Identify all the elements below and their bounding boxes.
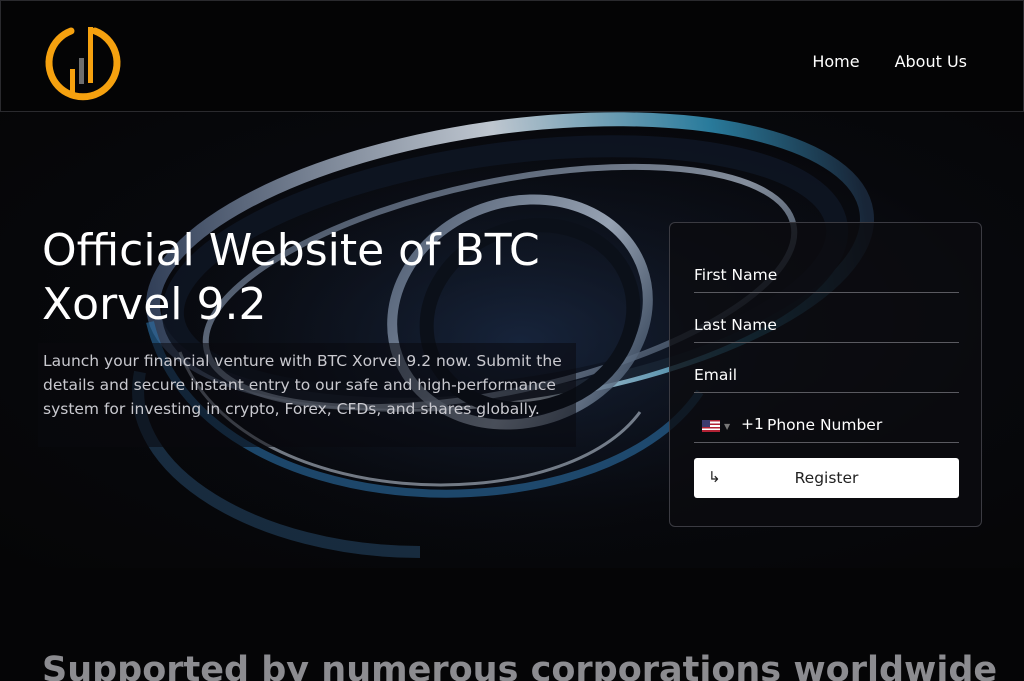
hero-title: Official Website of BTC Xorvel 9.2 <box>42 225 540 330</box>
phone-number-input[interactable] <box>767 416 957 434</box>
register-button-label: Register <box>794 469 859 487</box>
register-button[interactable]: ↳ Register <box>694 458 959 498</box>
hero-description: Launch your financial venture with BTC X… <box>43 352 562 418</box>
nav-about-us-link[interactable]: About Us <box>895 52 967 71</box>
enter-arrow-icon: ↳ <box>708 468 721 486</box>
email-field-wrapper <box>694 343 959 393</box>
main-nav: Home About Us <box>812 52 967 71</box>
power-chart-icon[interactable] <box>41 21 125 103</box>
registration-form: ▼ +1 ↳ Register <box>669 222 982 527</box>
phone-country-code: +1 <box>741 415 764 433</box>
us-flag-icon[interactable] <box>702 420 720 432</box>
first-name-input[interactable] <box>694 266 959 284</box>
first-name-field-wrapper <box>694 243 959 293</box>
email-input[interactable] <box>694 366 959 384</box>
site-header: Home About Us <box>0 0 1024 112</box>
last-name-input[interactable] <box>694 316 959 334</box>
supported-by-heading: Supported by numerous corporations world… <box>42 650 998 681</box>
chevron-down-icon[interactable]: ▼ <box>724 422 730 431</box>
last-name-field-wrapper <box>694 293 959 343</box>
phone-field-wrapper: ▼ +1 <box>694 393 959 443</box>
nav-home-link[interactable]: Home <box>812 52 859 71</box>
